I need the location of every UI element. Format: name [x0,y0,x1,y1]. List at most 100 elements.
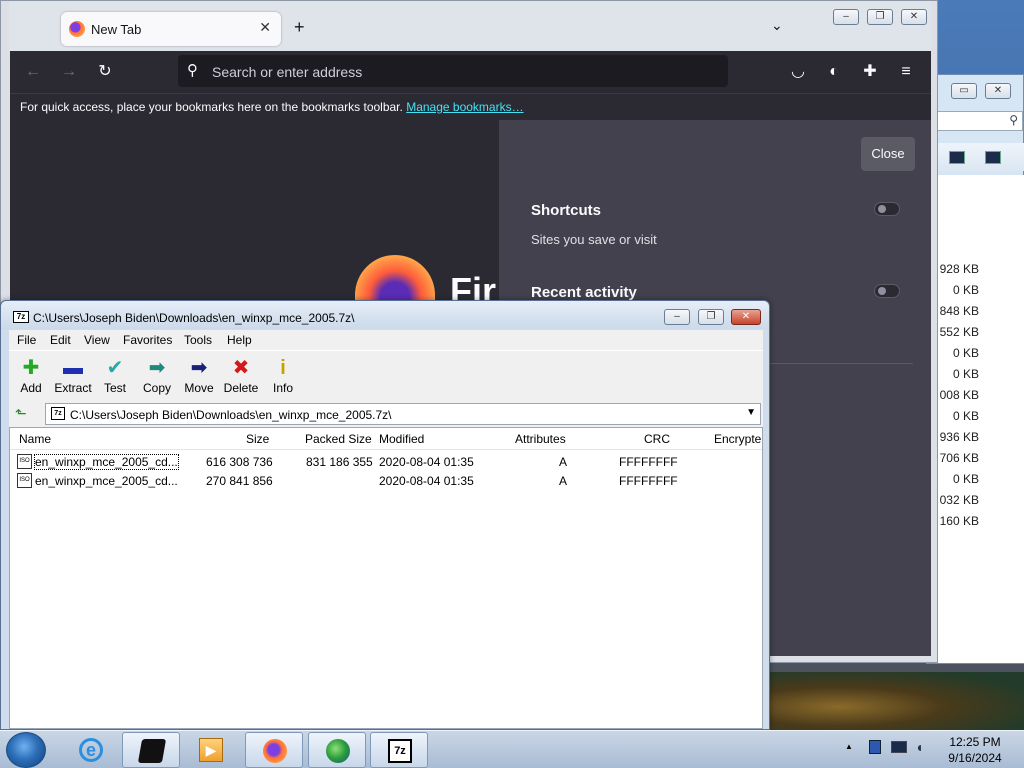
taskbar-download-manager[interactable] [308,732,366,768]
account-icon[interactable]: ◐ [822,60,846,84]
explorer-search-input[interactable]: ⚲ [935,111,1023,131]
path-combobox[interactable]: 7z C:\Users\Joseph Biden\Downloads\en_wi… [45,403,761,425]
help-icon[interactable] [985,151,1001,164]
chevron-down-icon[interactable]: ▼ [746,407,756,418]
column-attributes[interactable]: Attributes [515,432,566,446]
delete-button[interactable]: ✖ Delete [219,355,263,395]
toolbar: ✚ Add ▬ Extract ✔ Test ➡ Copy ➡ Move ✖ D… [9,350,763,401]
menu-help[interactable]: Help [227,333,252,347]
tab-close-icon[interactable]: ✕ [259,19,271,36]
manage-bookmarks-link[interactable]: Manage bookmarks… [406,100,523,114]
tab-new-tab[interactable]: New Tab ✕ [61,12,281,46]
iso-file-icon: ISO [17,454,32,469]
tool-label: Extract [54,381,92,395]
explorer-maximize-button[interactable]: ▭ [951,83,977,99]
address-placeholder: Search or enter address [212,64,363,80]
delete-x-icon: ✖ [232,357,250,379]
file-list[interactable]: Name Size Packed Size Modified Attribute… [9,427,763,729]
reload-icon[interactable]: ↻ [93,60,117,84]
explorer-file-list[interactable]: 928 KB 0 KB 848 KB 552 KB 0 KB 0 KB 008 … [935,175,1024,663]
firefox-minimize-button[interactable]: – [833,9,859,25]
file-modified: 2020-08-04 01:35 [379,455,474,469]
desktop-wallpaper [760,672,1024,730]
column-size[interactable]: Size [246,432,269,446]
address-bar[interactable]: ⚲ Search or enter address [178,55,728,87]
menu-tools[interactable]: Tools [184,333,212,347]
check-icon: ✔ [106,357,124,379]
column-modified[interactable]: Modified [379,432,424,446]
pocket-icon[interactable]: ◡ [786,60,810,84]
archive-icon: 7z [51,407,65,420]
recent-activity-toggle[interactable] [874,284,900,298]
sevenzip-minimize-button[interactable]: – [664,309,690,325]
table-row[interactable]: ISO en_winxp_mce_2005_cd... 616 308 736 … [10,453,762,472]
copy-button[interactable]: ➡ Copy [135,355,179,395]
taskbar-firefox[interactable] [245,732,303,768]
info-button[interactable]: i Info [261,355,305,395]
new-tab-button[interactable]: + [294,17,305,38]
menu-edit[interactable]: Edit [50,333,71,347]
menu-hamburger-icon[interactable]: ≡ [894,60,918,84]
customize-close-button[interactable]: Close [861,137,915,171]
tool-label: Copy [142,381,171,395]
sevenzip-icon: 7z [388,739,412,763]
menu-view[interactable]: View [84,333,110,347]
monitor-icon[interactable] [949,151,965,164]
extensions-icon[interactable]: ✚ [858,60,882,84]
file-crc: FFFFFFFF [619,455,678,469]
volume-icon[interactable]: ◖ [915,739,923,755]
file-packed-size: 831 186 355 [306,455,373,469]
file-name: en_winxp_mce_2005_cd... [34,454,179,470]
extract-button[interactable]: ▬ Extract [51,355,95,395]
minus-icon: ▬ [63,357,83,379]
firefox-restore-button[interactable]: ❐ [867,9,893,25]
up-folder-icon[interactable]: ⬑ [15,405,33,423]
sevenzip-title-bar[interactable]: 7z C:\Users\Joseph Biden\Downloads\en_wi… [1,301,769,329]
terminal-icon [137,739,167,763]
back-arrow-icon[interactable]: ← [21,60,45,84]
table-row[interactable]: ISO en_winxp_mce_2005_cd... 270 841 856 … [10,472,762,491]
shortcuts-toggle[interactable] [874,202,900,216]
tray-expand-icon[interactable]: ▲ [845,742,853,751]
sevenzip-app-icon: 7z [13,311,29,323]
sevenzip-window[interactable]: 7z C:\Users\Joseph Biden\Downloads\en_wi… [0,300,770,730]
action-center-icon[interactable] [869,740,881,754]
clock-time: 12:25 PM [949,735,1001,749]
explorer-window-background[interactable]: ▭ ✕ ⚲ 928 KB 0 KB 848 KB 552 KB 0 KB 0 K… [926,74,1024,664]
sevenzip-close-button[interactable]: ✕ [731,309,761,325]
column-name[interactable]: Name [19,432,51,446]
iso-file-icon: ISO [17,473,32,488]
explorer-close-button[interactable]: ✕ [985,83,1011,99]
forward-arrow-icon[interactable]: → [57,60,81,84]
taskbar-7zip[interactable]: 7z [370,732,428,768]
file-size: 616 308 736 [206,455,273,469]
firefox-close-button[interactable]: ✕ [901,9,927,25]
column-encrypted[interactable]: Encrypte [714,432,761,446]
search-icon: ⚲ [1009,113,1018,127]
list-header: Name Size Packed Size Modified Attribute… [10,428,762,450]
menu-file[interactable]: File [17,333,36,347]
test-button[interactable]: ✔ Test [93,355,137,395]
move-button[interactable]: ➡ Move [177,355,221,395]
column-packed-size[interactable]: Packed Size [305,432,372,446]
list-all-tabs-button[interactable]: ⌄ [771,17,783,34]
taskbar-terminal[interactable] [122,732,180,768]
add-button[interactable]: ✚ Add [9,355,53,395]
column-crc[interactable]: CRC [644,432,670,446]
network-icon[interactable] [891,741,907,753]
clock-date: 9/16/2024 [948,751,1002,765]
tool-label: Info [272,381,293,395]
taskbar-internet-explorer[interactable]: e [62,732,120,768]
clock[interactable]: 12:25 PM 9/16/2024 [940,734,1010,766]
menu-favorites[interactable]: Favorites [123,333,172,347]
tool-label: Delete [223,381,259,395]
taskbar-media-player[interactable]: ▶ [182,732,240,768]
file-attributes: A [559,474,568,488]
explorer-caption-buttons: ▭ ✕ [927,83,1024,101]
sevenzip-restore-button[interactable]: ❐ [698,309,724,325]
shortcuts-title: Shortcuts [531,202,602,219]
address-row: ⬑ 7z C:\Users\Joseph Biden\Downloads\en_… [9,401,763,427]
file-attributes: A [559,455,568,469]
start-button[interactable] [6,732,46,768]
tool-label: Move [184,381,214,395]
